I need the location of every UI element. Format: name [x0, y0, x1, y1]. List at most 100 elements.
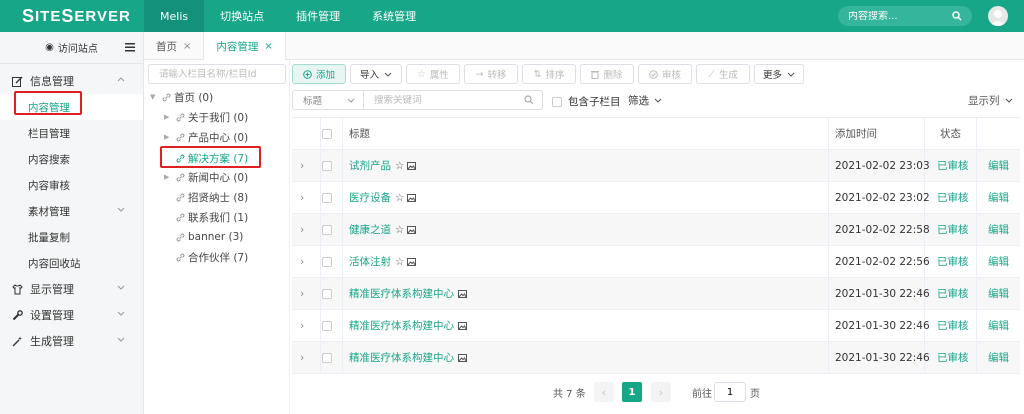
status-link[interactable]: 已审核: [937, 150, 969, 181]
tab-home[interactable]: 首页 ×: [144, 32, 205, 60]
delete-button[interactable]: 删除: [580, 64, 634, 84]
prev-page-button[interactable]: ‹: [594, 382, 614, 402]
tree-node-banner[interactable]: banner (3): [176, 227, 243, 247]
select-all-checkbox[interactable]: [322, 128, 332, 139]
tree-node-about[interactable]: ▶ 关于我们 (0): [164, 107, 248, 127]
content-title-link[interactable]: 医疗设备: [349, 190, 391, 205]
edit-link[interactable]: 编辑: [988, 150, 1009, 181]
sidebar-item-recycle-bin[interactable]: 内容回收站: [0, 250, 143, 276]
column-header-status[interactable]: 状态: [940, 118, 961, 149]
content-title-link[interactable]: 精准医疗体系构建中心: [349, 350, 454, 365]
next-page-button[interactable]: ›: [651, 382, 671, 402]
include-subchannels-toggle[interactable]: 包含子栏目: [552, 94, 621, 109]
keyword-search-input[interactable]: [374, 94, 524, 106]
sidebar-group-settings[interactable]: 设置管理: [0, 302, 143, 328]
edit-link[interactable]: 编辑: [988, 342, 1009, 373]
tab-content-management[interactable]: 内容管理 ×: [204, 32, 286, 60]
sidebar-item-batch-copy[interactable]: 批量复制: [0, 224, 143, 250]
table-row[interactable]: › 试剂产品 ☆ 2021-02-02 23:03 已审核 编辑: [292, 150, 1020, 182]
close-icon[interactable]: ×: [264, 41, 272, 52]
search-field-select[interactable]: 标题: [292, 90, 364, 110]
expand-row-icon[interactable]: ›: [300, 342, 304, 373]
table-row[interactable]: › 精准医疗体系构建中心 2021-01-30 22:46 已审核 编辑: [292, 342, 1020, 374]
search-icon[interactable]: [952, 11, 962, 21]
status-link[interactable]: 已审核: [937, 310, 969, 341]
caret-down-icon[interactable]: ▼: [150, 93, 158, 101]
review-button[interactable]: 审核: [638, 64, 692, 84]
transfer-button[interactable]: → 转移: [464, 64, 518, 84]
edit-link[interactable]: 编辑: [988, 246, 1009, 277]
sidebar-group-info[interactable]: 信息管理: [0, 68, 143, 94]
sidebar-item-content-management[interactable]: 内容管理: [0, 94, 143, 120]
tree-node-partners[interactable]: 合作伙伴 (7): [176, 247, 248, 267]
sidebar-group-display[interactable]: 显示管理: [0, 276, 143, 302]
menu-toggle-icon[interactable]: [125, 43, 135, 52]
status-link[interactable]: 已审核: [937, 182, 969, 213]
visit-site[interactable]: ◉ 访问站点: [0, 32, 143, 64]
table-row[interactable]: › 精准医疗体系构建中心 2021-01-30 22:46 已审核 编辑: [292, 278, 1020, 310]
table-row[interactable]: › 健康之道 ☆ 2021-02-02 22:58 已审核 编辑: [292, 214, 1020, 246]
filter-dropdown[interactable]: 筛选: [628, 93, 662, 108]
table-row[interactable]: › 医疗设备 ☆ 2021-02-02 23:02 已审核 编辑: [292, 182, 1020, 214]
column-header-title[interactable]: 标题: [349, 118, 370, 149]
expand-row-icon[interactable]: ›: [300, 246, 304, 277]
nav-system-management[interactable]: 系统管理: [356, 0, 432, 32]
edit-link[interactable]: 编辑: [988, 278, 1009, 309]
show-columns-dropdown[interactable]: 显示列: [968, 93, 1013, 108]
sidebar-item-channel-management[interactable]: 栏目管理: [0, 120, 143, 146]
nav-site-melis[interactable]: Melis: [144, 0, 205, 32]
expand-row-icon[interactable]: ›: [300, 278, 304, 309]
search-icon[interactable]: [524, 95, 534, 105]
import-button[interactable]: 导入: [350, 64, 402, 84]
status-link[interactable]: 已审核: [937, 246, 969, 277]
edit-link[interactable]: 编辑: [988, 310, 1009, 341]
content-title-link[interactable]: 试剂产品: [349, 158, 391, 173]
row-checkbox[interactable]: [322, 224, 332, 235]
sidebar-item-content-review[interactable]: 内容审核: [0, 172, 143, 198]
content-title-link[interactable]: 精准医疗体系构建中心: [349, 318, 454, 333]
expand-row-icon[interactable]: ›: [300, 182, 304, 213]
sidebar-item-materials[interactable]: 素材管理: [0, 198, 143, 224]
column-header-added-time[interactable]: 添加时间: [835, 118, 877, 149]
content-title-link[interactable]: 健康之道: [349, 222, 391, 237]
logo[interactable]: S ITE S ERVER: [0, 0, 144, 32]
row-checkbox[interactable]: [322, 288, 332, 299]
close-icon[interactable]: ×: [183, 41, 191, 52]
tree-node-solutions[interactable]: 解决方案 (7): [176, 148, 248, 168]
sidebar-item-content-search[interactable]: 内容搜索: [0, 146, 143, 172]
nav-switch-site[interactable]: 切换站点: [204, 0, 280, 32]
status-link[interactable]: 已审核: [937, 342, 969, 373]
row-checkbox[interactable]: [322, 352, 332, 363]
tree-search-input[interactable]: [159, 68, 284, 80]
tree-node-home[interactable]: ▼ 首页 (0): [150, 87, 213, 107]
caret-right-icon[interactable]: ▶: [164, 133, 172, 141]
content-search-input[interactable]: [848, 10, 948, 22]
tree-node-careers[interactable]: 招贤纳士 (8): [176, 187, 248, 207]
sidebar-group-generate[interactable]: 生成管理: [0, 328, 143, 354]
goto-page-input[interactable]: [714, 382, 746, 402]
nav-plugin-management[interactable]: 插件管理: [280, 0, 356, 32]
row-checkbox[interactable]: [322, 320, 332, 331]
expand-row-icon[interactable]: ›: [300, 310, 304, 341]
row-checkbox[interactable]: [322, 160, 332, 171]
edit-link[interactable]: 编辑: [988, 214, 1009, 245]
table-row[interactable]: › 精准医疗体系构建中心 2021-01-30 22:46 已审核 编辑: [292, 310, 1020, 342]
row-checkbox[interactable]: [322, 192, 332, 203]
content-title-link[interactable]: 精准医疗体系构建中心: [349, 286, 454, 301]
edit-link[interactable]: 编辑: [988, 182, 1009, 213]
row-checkbox[interactable]: [322, 256, 332, 267]
attributes-button[interactable]: ☆ 属性: [406, 64, 460, 84]
avatar[interactable]: [988, 6, 1008, 26]
expand-row-icon[interactable]: ›: [300, 150, 304, 181]
caret-right-icon[interactable]: ▶: [164, 113, 172, 121]
status-link[interactable]: 已审核: [937, 278, 969, 309]
more-button[interactable]: 更多: [754, 64, 804, 84]
include-subchannels-checkbox[interactable]: [552, 96, 562, 107]
status-link[interactable]: 已审核: [937, 214, 969, 245]
tree-node-news[interactable]: ▶ 新闻中心 (0): [164, 167, 248, 187]
caret-right-icon[interactable]: ▶: [164, 173, 172, 181]
tree-node-contact[interactable]: 联系我们 (1): [176, 207, 248, 227]
page-number-button[interactable]: 1: [622, 382, 642, 402]
add-button[interactable]: 添加: [292, 64, 346, 84]
content-title-link[interactable]: 活体注射: [349, 254, 391, 269]
